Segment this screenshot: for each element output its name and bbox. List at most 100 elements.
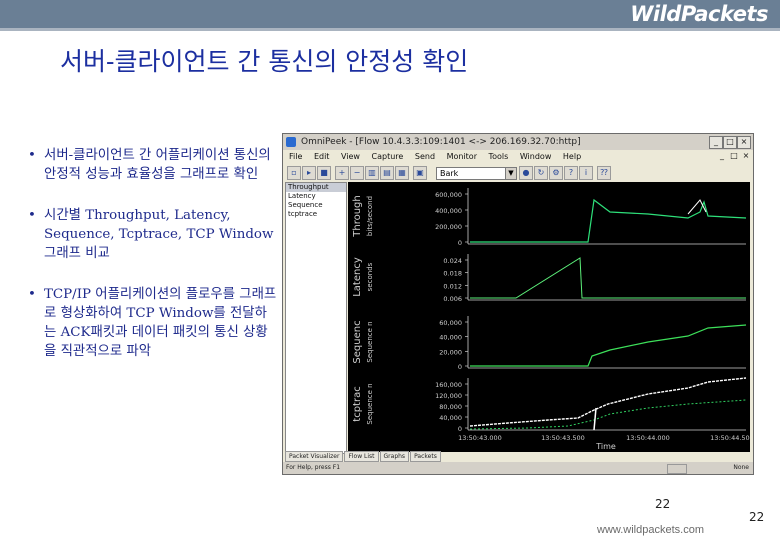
- panel-item-sequence[interactable]: Sequence: [286, 201, 346, 210]
- menu-monitor[interactable]: Monitor: [447, 152, 477, 161]
- chevron-down-icon[interactable]: ▼: [505, 168, 516, 179]
- info-icon[interactable]: i: [579, 166, 593, 180]
- tick-label: 0.018: [443, 270, 462, 278]
- stop-icon[interactable]: ●: [519, 166, 533, 180]
- window-title: OmniPeek - [Flow 10.4.3.3:109:1401 <-> 2…: [301, 137, 581, 147]
- print-icon[interactable]: ▣: [413, 166, 427, 180]
- save-icon[interactable]: ■: [317, 166, 331, 180]
- tick-label: 0: [458, 239, 462, 247]
- tick-label: 400,000: [435, 207, 462, 215]
- panel-unit: Sequence n: [366, 321, 374, 362]
- zoom-in-icon[interactable]: +: [335, 166, 349, 180]
- menu-file[interactable]: File: [289, 152, 302, 161]
- tick-label: 0.024: [443, 257, 462, 265]
- throughput-series: [470, 198, 747, 243]
- latency-series: [470, 257, 746, 299]
- child-restore-button[interactable]: □: [729, 151, 739, 161]
- graph-canvas[interactable]: Through bits/second 600,000 400,000 200,000 0…: [348, 182, 754, 452]
- menu-view[interactable]: View: [341, 152, 360, 161]
- bullet-dot: •: [28, 148, 36, 163]
- bullet-text: TCP/IP 어플리케이션의 플로우를 그래프로 형상화하여 TCP Windo…: [44, 287, 277, 359]
- help-icon[interactable]: ?: [564, 166, 578, 180]
- tick-label: 160,000: [435, 381, 462, 389]
- filter-icon[interactable]: ▤: [380, 166, 394, 180]
- page-number-corner: 22: [749, 510, 765, 524]
- status-text: For Help, press F1: [286, 464, 341, 471]
- zoom-out-icon[interactable]: −: [350, 166, 364, 180]
- child-close-button[interactable]: ×: [741, 151, 751, 161]
- graph-list-panel: Throughput Latency Sequence tcptrace: [285, 182, 347, 454]
- graph-svg: Through bits/second 600,000 400,000 200,000 0…: [352, 188, 754, 451]
- wildpackets-logo: WildPackets: [630, 2, 768, 26]
- header-bar: WildPackets: [0, 0, 780, 31]
- refresh-icon[interactable]: ↻: [534, 166, 548, 180]
- minimize-button[interactable]: _: [709, 136, 723, 149]
- tick-label: 20,000: [439, 348, 462, 356]
- bottom-tabs: Packet Visualizer Flow List Graphs Packets: [285, 451, 445, 462]
- panel-item-tcptrace[interactable]: tcptrace: [286, 210, 346, 219]
- panel-label: Latency: [352, 257, 363, 297]
- window-titlebar[interactable]: OmniPeek - [Flow 10.4.3.3:109:1401 <-> 2…: [283, 134, 753, 150]
- filter-select[interactable]: Bark ▼: [436, 167, 517, 180]
- tick-label: 40,000: [439, 334, 462, 342]
- bullet-list: • 서버-클라이언트 간 어플리케이션 통신의 안정적 성능과 효율성을 그래프…: [28, 146, 278, 383]
- menu-send[interactable]: Send: [415, 152, 435, 161]
- bullet-text: 시간별 Throughput, Latency, Sequence, Tcptr…: [44, 208, 274, 261]
- x-tick-label: 13:50:43.000: [458, 434, 502, 442]
- panel-unit: bits/second: [366, 196, 374, 236]
- child-minimize-button[interactable]: _: [717, 151, 727, 161]
- tick-label: 0.006: [443, 295, 462, 303]
- bullet-item: • 서버-클라이언트 간 어플리케이션 통신의 안정적 성능과 효율성을 그래프…: [28, 146, 278, 184]
- filter-value: Bark: [440, 169, 459, 178]
- footer-url: www.wildpackets.com: [597, 524, 704, 536]
- tick-label: 120,000: [435, 392, 462, 400]
- close-button[interactable]: ×: [737, 136, 751, 149]
- x-tick-label: 13:50:44.500: [710, 434, 750, 442]
- tick-label: 0: [458, 425, 462, 433]
- page-number: 22: [655, 497, 671, 511]
- menu-bar: File Edit View Capture Send Monitor Tool…: [283, 150, 753, 164]
- tab-graphs[interactable]: Graphs: [379, 451, 410, 462]
- x-tick-label: 13:50:44.000: [626, 434, 670, 442]
- panel-label: tcptrac: [352, 386, 363, 421]
- tcptrace-jump: [593, 407, 597, 431]
- graph-icon[interactable]: ▥: [365, 166, 379, 180]
- x-tick-label: 13:50:43.500: [541, 434, 585, 442]
- sequence-series: [470, 324, 747, 367]
- menu-capture[interactable]: Capture: [372, 152, 404, 161]
- tcptrace-upper-series: [469, 377, 747, 427]
- toolbar: ▫ ▸ ■ + − ▥ ▤ ▦ ▣ Bark ▼ ● ↻ ⚙ ? i ⁇: [283, 164, 753, 182]
- tab-packets[interactable]: Packets: [410, 451, 441, 462]
- bullet-item: • TCP/IP 어플리케이션의 플로우를 그래프로 형상화하여 TCP Win…: [28, 285, 278, 361]
- tab-flow-list[interactable]: Flow List: [344, 451, 379, 462]
- settings-icon[interactable]: ⚙: [549, 166, 563, 180]
- throughput-spike: [687, 199, 707, 215]
- slide-title: 서버-클라이언트 간 통신의 안정성 확인: [60, 47, 469, 76]
- maximize-button[interactable]: □: [723, 136, 737, 149]
- status-bar: For Help, press F1 None: [283, 462, 753, 474]
- context-help-icon[interactable]: ⁇: [597, 166, 611, 180]
- panel-unit: seconds: [366, 262, 374, 291]
- header-divider: [0, 28, 780, 31]
- app-icon: [286, 137, 296, 147]
- tick-label: 40,000: [439, 414, 462, 422]
- tab-packet-visualizer[interactable]: Packet Visualizer: [285, 451, 344, 462]
- panel-item-latency[interactable]: Latency: [286, 192, 346, 201]
- tick-label: 60,000: [439, 319, 462, 327]
- panel-unit: Sequence n: [366, 383, 374, 424]
- bullet-dot: •: [28, 287, 36, 302]
- bullet-text: 서버-클라이언트 간 어플리케이션 통신의 안정적 성능과 효율성을 그래프로 …: [44, 148, 271, 182]
- open-icon[interactable]: ▸: [302, 166, 316, 180]
- x-axis-label: Time: [595, 442, 616, 451]
- bullet-item: • 시간별 Throughput, Latency, Sequence, Tcp…: [28, 206, 278, 263]
- menu-window[interactable]: Window: [520, 152, 552, 161]
- options-icon[interactable]: ▦: [395, 166, 409, 180]
- tick-label: 80,000: [439, 403, 462, 411]
- new-icon[interactable]: ▫: [287, 166, 301, 180]
- panel-label: Through: [352, 195, 363, 237]
- menu-tools[interactable]: Tools: [489, 152, 509, 161]
- status-indicator: [667, 464, 687, 474]
- menu-edit[interactable]: Edit: [314, 152, 330, 161]
- menu-help[interactable]: Help: [563, 152, 581, 161]
- panel-item-throughput[interactable]: Throughput: [286, 183, 346, 192]
